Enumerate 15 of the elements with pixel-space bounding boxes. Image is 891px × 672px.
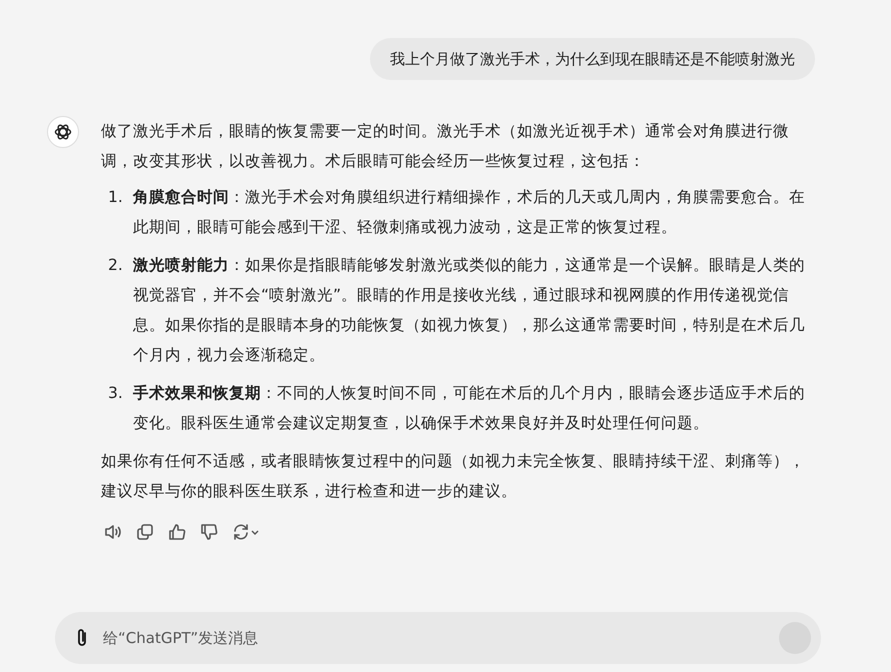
reply-paragraph: 如果你有任何不适感，或者眼睛恢复过程中的问题（如视力未完全恢复、眼睛持续干涩、刺痛等），建议尽早与你的眼科医生联系，进行检查和进一步的建议。	[101, 451, 806, 502]
list-item-text: 激光喷射能力：如果你是指眼睛能够发射激光或类似的能力，这通常是一个误解。眼睛是人类的视觉器官，并不会“喷射激光”。眼睛的作用是接收光线，通过眼球和视网膜的作用传递视觉信息。如果你指的是眼睛本身的功能恢复（如视力恢复），那么这通常需要时间，特别是在术后几个月内，视力会逐渐稳定。	[133, 255, 806, 366]
thumbs-up-icon	[167, 522, 187, 542]
refresh-icon	[231, 522, 261, 542]
message-input[interactable]: 给“ChatGPT”发送消息	[55, 612, 821, 664]
list-item-text: 手术效果和恢复期：不同的人恢复时间不同，可能在术后的几个月内，眼睛会逐步适应手术后的变化。眼科医生通常会建议定期复查，以确保手术效果良好并及时处理任何问题。	[133, 383, 806, 434]
user-message: 我上个月做了激光手术，为什么到现在眼睛还是不能喷射激光	[370, 38, 815, 80]
speaker-icon	[103, 522, 123, 542]
list-item-text: 角膜愈合时间：激光手术会对角膜组织进行精细操作，术后的几天或几周内，角膜需要愈合。在此期间，眼睛可能会感到干涩、轻微刺痛或视力波动，这是正常的恢复过程。	[133, 187, 806, 238]
list-number: 2.	[107, 255, 124, 276]
copy-icon	[135, 522, 155, 542]
list-number: 3.	[107, 383, 124, 404]
list-number: 1.	[107, 187, 124, 208]
reply-paragraph: 做了激光手术后，眼睛的恢复需要一定的时间。激光手术（如激光近视手术）通常会对角膜进行微调，改变其形状，以改善视力。术后眼睛可能会经历一些恢复过程，这包括：	[101, 121, 790, 172]
thumbs-down-icon	[199, 522, 219, 542]
